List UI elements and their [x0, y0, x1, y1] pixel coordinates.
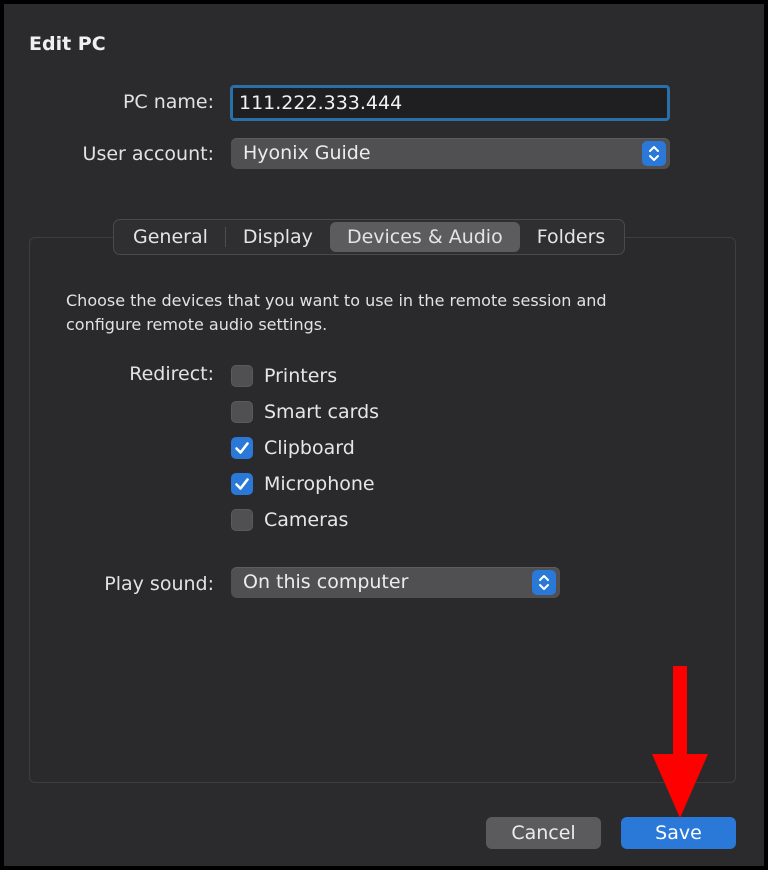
- redirect-clipboard-row[interactable]: Clipboard: [231, 437, 355, 459]
- printers-label: Printers: [264, 365, 338, 387]
- printers-checkbox[interactable]: [231, 365, 253, 387]
- redirect-label: Redirect:: [129, 363, 214, 385]
- redirect-cameras-row[interactable]: Cameras: [231, 509, 348, 531]
- cameras-label: Cameras: [264, 509, 349, 531]
- redirect-printers-row[interactable]: Printers: [231, 365, 337, 387]
- redirect-microphone-row[interactable]: Microphone: [231, 473, 375, 495]
- play-sound-value: On this computer: [243, 571, 409, 593]
- smart-cards-label: Smart cards: [264, 401, 380, 423]
- microphone-checkbox[interactable]: [231, 473, 253, 495]
- save-button[interactable]: Save: [621, 817, 736, 849]
- play-sound-label: Play sound:: [104, 573, 214, 595]
- redirect-smart-cards-row[interactable]: Smart cards: [231, 401, 379, 423]
- dialog-title: Edit PC: [29, 33, 106, 55]
- edit-pc-dialog: Edit PC PC name: User account: Hyonix Gu…: [4, 4, 764, 866]
- tab-folders[interactable]: Folders: [520, 222, 623, 252]
- tab-bar: General Display Devices & Audio Folders: [113, 219, 626, 255]
- user-account-label: User account:: [82, 143, 214, 165]
- chevron-up-down-icon: [532, 570, 556, 595]
- microphone-label: Microphone: [264, 473, 375, 495]
- checkmark-icon: [235, 442, 249, 454]
- pc-name-label: PC name:: [122, 91, 214, 113]
- clipboard-checkbox[interactable]: [231, 437, 253, 459]
- play-sound-select[interactable]: On this computer: [231, 567, 560, 598]
- user-account-value: Hyonix Guide: [243, 142, 371, 164]
- tab-general[interactable]: General: [116, 222, 225, 252]
- smart-cards-checkbox[interactable]: [231, 401, 253, 423]
- devices-description: Choose the devices that you want to use …: [66, 291, 607, 334]
- tab-devices-audio[interactable]: Devices & Audio: [329, 222, 520, 252]
- red-arrow-down-icon: [652, 666, 708, 818]
- tab-display[interactable]: Display: [226, 222, 330, 252]
- pc-name-input[interactable]: [230, 85, 670, 121]
- cameras-checkbox[interactable]: [231, 509, 253, 531]
- checkmark-icon: [235, 478, 249, 490]
- chevron-up-down-icon: [642, 141, 666, 166]
- cancel-button[interactable]: Cancel: [486, 817, 601, 849]
- user-account-select[interactable]: Hyonix Guide: [231, 138, 670, 169]
- clipboard-label: Clipboard: [264, 437, 355, 459]
